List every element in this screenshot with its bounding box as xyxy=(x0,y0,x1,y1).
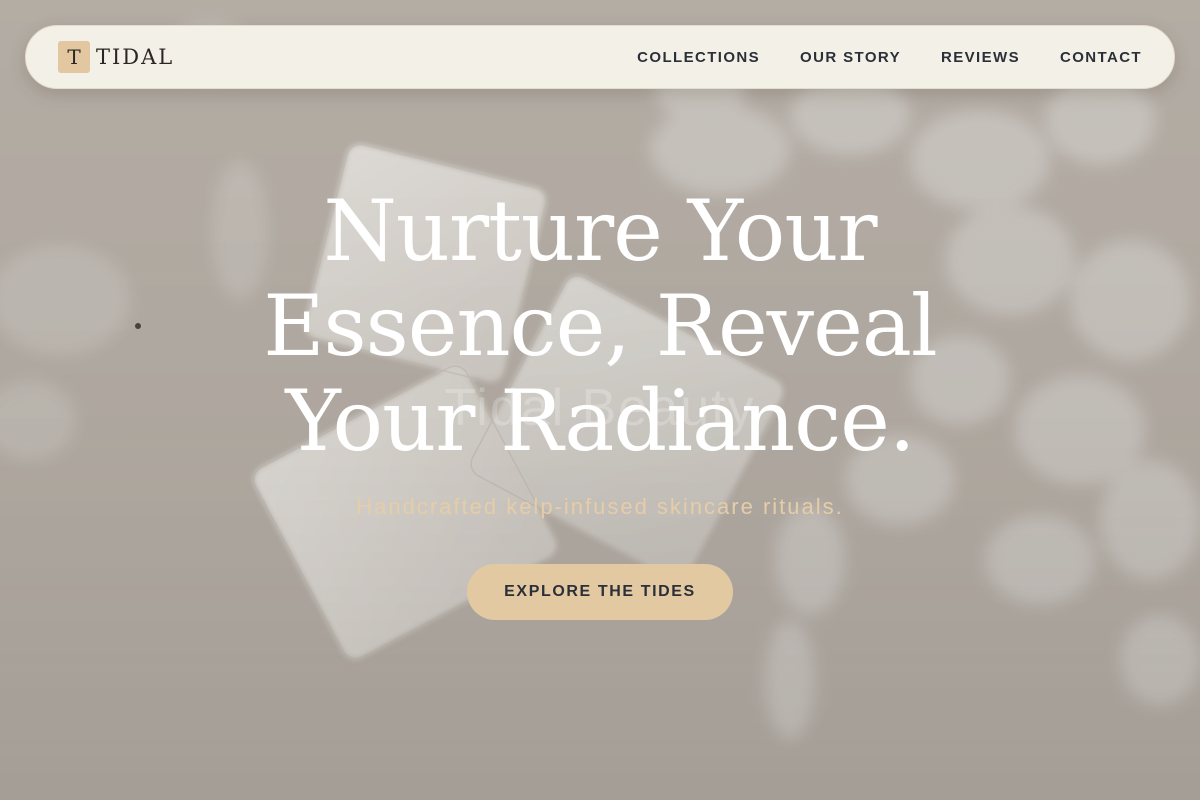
logo-mark-icon: T xyxy=(58,41,90,73)
hero-headline: Nurture Your Essence, Reveal Your Radian… xyxy=(0,184,1200,469)
nav-link-contact[interactable]: CONTACT xyxy=(1060,49,1142,66)
brand-name: TIDAL xyxy=(96,45,175,69)
top-navbar: T TIDAL COLLECTIONS OUR STORY REVIEWS CO… xyxy=(25,25,1175,89)
nav-links: COLLECTIONS OUR STORY REVIEWS CONTACT xyxy=(637,49,1142,66)
nav-link-our-story[interactable]: OUR STORY xyxy=(800,49,901,66)
hero-headline-line-1: Nurture Your xyxy=(323,182,877,280)
nav-link-collections[interactable]: COLLECTIONS xyxy=(637,49,760,66)
hero-section: Tidal Beauty Nurture Your Essence, Revea… xyxy=(0,0,1200,800)
nav-link-reviews[interactable]: REVIEWS xyxy=(941,49,1020,66)
hero-headline-line-3: Your Radiance. xyxy=(285,372,915,470)
hero-subtitle: Handcrafted kelp-infused skincare ritual… xyxy=(356,494,844,519)
hero-headline-line-2: Essence, Reveal xyxy=(263,277,938,375)
brand-logo-link[interactable]: T TIDAL xyxy=(58,41,174,73)
explore-the-tides-button[interactable]: EXPLORE THE TIDES xyxy=(467,564,733,620)
